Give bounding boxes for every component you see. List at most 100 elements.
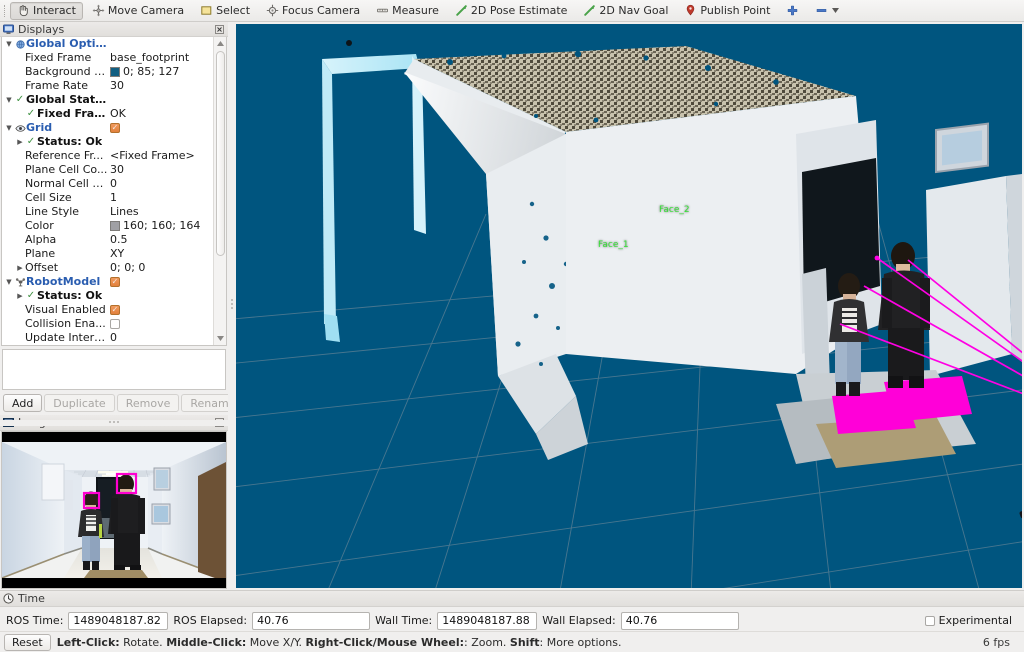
property-value[interactable]: 160; 160; 164: [123, 219, 200, 233]
time-field-label: ROS Elapsed:: [173, 614, 248, 627]
display-property-row[interactable]: Normal Cell C... 0: [2, 177, 212, 191]
chevron-down-icon[interactable]: ▼: [4, 93, 14, 107]
hint-part: Right-Click/Mouse Wheel:: [305, 636, 464, 649]
property-description-box: [2, 348, 226, 390]
display-property-row[interactable]: ▼ Global Options: [2, 37, 212, 51]
experimental-checkbox[interactable]: [924, 615, 935, 626]
property-value[interactable]: 0.5: [110, 233, 128, 247]
display-property-row[interactable]: Cell Size 1: [2, 191, 212, 205]
chevron-down-icon[interactable]: ▼: [4, 121, 14, 135]
property-value[interactable]: <Fixed Frame>: [110, 149, 195, 163]
property-value[interactable]: 30: [110, 163, 124, 177]
property-name: Update Interval: [25, 331, 110, 345]
chevron-right-icon[interactable]: ▶: [15, 135, 25, 149]
tool-move-camera-button[interactable]: Move Camera: [85, 2, 191, 20]
property-value[interactable]: 0; 85; 127: [123, 65, 179, 79]
display-property-row[interactable]: ▶ ✓ Status: Ok: [2, 289, 212, 303]
globe-icon: [14, 38, 26, 51]
time-field-input[interactable]: 1489048187.88: [437, 611, 538, 630]
time-field-input[interactable]: 40.76: [252, 611, 371, 630]
property-checkbox[interactable]: [110, 319, 120, 330]
property-checkbox[interactable]: ✓: [110, 277, 120, 288]
time-field-label: ROS Time:: [6, 614, 64, 627]
display-property-row[interactable]: Plane XY: [2, 247, 212, 261]
displays-panel-label: Displays: [18, 22, 65, 36]
property-value[interactable]: XY: [110, 247, 124, 261]
chevron-down-icon[interactable]: ▼: [4, 37, 14, 51]
tool-2d-nav-goal-button[interactable]: 2D Nav Goal: [576, 2, 675, 20]
time-field-input[interactable]: 1489048187.82: [68, 611, 169, 630]
property-value[interactable]: 1: [110, 345, 117, 346]
tool-publish-point-button[interactable]: Publish Point: [677, 2, 777, 20]
tool-select-button[interactable]: Select: [193, 2, 257, 20]
camera-image-view[interactable]: [1, 431, 227, 589]
mouse-hint-text: Left-Click: Rotate. Middle-Click: Move X…: [57, 636, 622, 649]
remove-display-button: Remove: [116, 394, 180, 412]
display-property-row[interactable]: Line Style Lines: [2, 205, 212, 219]
display-property-row[interactable]: Visual Enabled ✓: [2, 303, 212, 317]
display-property-row[interactable]: ▼ Grid ✓: [2, 121, 212, 135]
display-property-row[interactable]: ▶ Offset 0; 0; 0: [2, 261, 212, 275]
scrollbar-thumb[interactable]: [216, 51, 225, 257]
chevron-right-icon[interactable]: ▶: [15, 261, 25, 275]
property-value[interactable]: 0; 0; 0: [110, 261, 145, 275]
property-value[interactable]: 1: [110, 191, 117, 205]
display-property-row[interactable]: Collision Ena...: [2, 317, 212, 331]
property-name: Collision Ena...: [25, 317, 106, 331]
status-ok-icon: ✓: [15, 94, 25, 106]
display-property-row[interactable]: Update Interval 0: [2, 331, 212, 345]
chevron-down-icon[interactable]: ▼: [4, 275, 14, 289]
display-property-row[interactable]: Background C... 0; 85; 127: [2, 65, 212, 79]
color-swatch[interactable]: [110, 221, 120, 232]
tool-measure-button[interactable]: Measure: [369, 2, 446, 20]
property-name: Alpha: [25, 233, 57, 247]
toolbar-drag-grip[interactable]: [2, 3, 8, 19]
display-property-row[interactable]: ▼✓Global Status...: [2, 93, 212, 107]
tool-focus-camera-button[interactable]: Focus Camera: [259, 2, 367, 20]
property-value[interactable]: Lines: [110, 205, 139, 219]
display-property-row[interactable]: ▶ ✓ Status: Ok: [2, 135, 212, 149]
display-property-row[interactable]: Alpha 1: [2, 345, 212, 346]
displays-scrollbar[interactable]: [213, 37, 226, 345]
property-checkbox[interactable]: ✓: [110, 123, 120, 134]
display-property-row[interactable]: Alpha 0.5: [2, 233, 212, 247]
add-display-button[interactable]: Add: [3, 394, 43, 412]
property-value[interactable]: 30: [110, 79, 124, 93]
property-name: Fixed Frame: [37, 107, 110, 121]
display-property-row[interactable]: ✓ Fixed Frame OK: [2, 107, 212, 121]
property-name: Status: Ok: [37, 289, 103, 303]
remove-tool-button[interactable]: [808, 2, 846, 20]
vertical-splitter[interactable]: [228, 22, 236, 590]
close-icon[interactable]: [214, 24, 225, 35]
add-tool-button[interactable]: [779, 2, 806, 20]
property-value[interactable]: 0: [110, 177, 117, 191]
color-swatch[interactable]: [110, 67, 120, 78]
displays-tree[interactable]: ▼ Global Options Fixed Frame base_footprint…: [1, 37, 227, 346]
horizontal-splitter[interactable]: [0, 420, 228, 426]
property-value[interactable]: base_footprint: [110, 51, 189, 65]
property-value[interactable]: OK: [110, 107, 126, 121]
display-property-row[interactable]: Frame Rate 30: [2, 79, 212, 93]
property-checkbox[interactable]: ✓: [110, 305, 120, 316]
experimental-toggle[interactable]: Experimental: [924, 614, 1020, 627]
display-property-row[interactable]: Reference Fr... <Fixed Frame>: [2, 149, 212, 163]
property-name: Offset: [25, 261, 59, 275]
scroll-down-icon[interactable]: [214, 333, 226, 345]
3d-render-view[interactable]: Face_1 Face_2: [236, 24, 1022, 588]
display-property-row[interactable]: ▼ RobotModel ✓: [2, 275, 212, 289]
time-field-input[interactable]: 40.76: [620, 611, 739, 630]
tool-2d-pose-estimate-button[interactable]: 2D Pose Estimate: [448, 2, 575, 20]
chevron-down-icon[interactable]: [831, 4, 839, 17]
main-toolbar: Interact Move Camera Select Focus Camera Mea…: [0, 0, 1024, 22]
property-value[interactable]: 0: [110, 331, 117, 345]
display-property-row[interactable]: Color 160; 160; 164: [2, 219, 212, 233]
display-property-row[interactable]: Fixed Frame base_footprint: [2, 51, 212, 65]
chevron-right-icon[interactable]: ▶: [15, 289, 25, 303]
tool-interact-button[interactable]: Interact: [10, 1, 83, 20]
tool-label: Select: [216, 4, 251, 17]
status-ok-icon: ✓: [26, 290, 36, 302]
move-camera-icon: [92, 4, 105, 17]
reset-button[interactable]: Reset: [4, 634, 51, 651]
scroll-up-icon[interactable]: [214, 37, 226, 49]
display-property-row[interactable]: Plane Cell Co... 30: [2, 163, 212, 177]
